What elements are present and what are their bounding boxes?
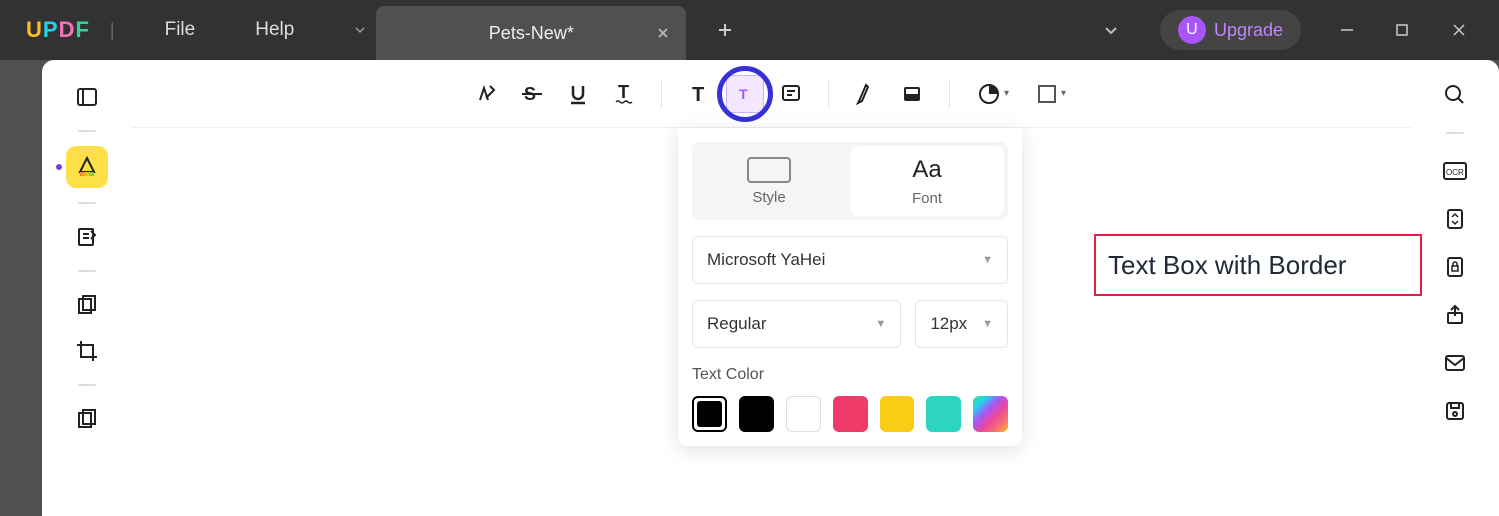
popup-tabs: Style Aa Font <box>692 142 1008 220</box>
upgrade-label: Upgrade <box>1214 20 1283 41</box>
divider: | <box>110 20 115 41</box>
font-weight-dropdown[interactable]: Regular ▼ <box>692 300 901 348</box>
svg-text:OCR: OCR <box>1446 168 1464 177</box>
organize-pages-icon[interactable] <box>68 286 106 324</box>
page-textbox[interactable]: Text Box with Border <box>1094 234 1422 296</box>
svg-text:T: T <box>692 84 704 106</box>
search-icon[interactable] <box>1438 78 1472 112</box>
menu-file[interactable]: File <box>165 19 196 41</box>
sidebar-separator <box>78 202 96 204</box>
text-color-label: Text Color <box>692 366 1008 384</box>
reader-mode-icon[interactable] <box>68 78 106 116</box>
toolbar-separator <box>828 80 829 108</box>
annotation-toolbar: S T T T <box>132 60 1411 128</box>
stamp-tool-icon[interactable]: ▾ <box>1024 73 1078 115</box>
left-sidebar <box>42 60 132 516</box>
font-tab-label: Font <box>912 190 942 207</box>
save-icon[interactable] <box>1438 394 1472 428</box>
text-tool-icon[interactable]: T <box>678 73 720 115</box>
color-swatch-teal[interactable] <box>926 396 961 432</box>
font-size-dropdown[interactable]: 12px ▼ <box>915 300 1008 348</box>
maximize-button[interactable] <box>1395 23 1435 37</box>
annotate-mode-icon[interactable] <box>66 146 108 188</box>
font-aa-icon: Aa <box>912 156 941 184</box>
tools-icon[interactable] <box>68 400 106 438</box>
main-canvas: S T T T <box>132 60 1411 516</box>
color-swatch-custom[interactable] <box>973 396 1008 432</box>
tab-area: Pets-New* <box>344 0 734 60</box>
font-weight-value: Regular <box>707 314 767 334</box>
tab-label: Pets-New* <box>489 23 574 44</box>
chevron-down-icon[interactable] <box>1102 21 1120 39</box>
sticky-note-tool-icon[interactable] <box>770 73 812 115</box>
style-tab-label: Style <box>752 189 785 206</box>
edit-mode-icon[interactable] <box>68 218 106 256</box>
email-icon[interactable] <box>1438 346 1472 380</box>
textbox-content: Text Box with Border <box>1108 250 1346 281</box>
color-swatch-selected[interactable] <box>692 396 727 432</box>
squiggly-tool-icon[interactable]: T <box>603 73 645 115</box>
content-area: S T T T <box>0 60 1499 516</box>
new-tab-button[interactable] <box>716 21 734 39</box>
ocr-icon[interactable]: OCR <box>1438 154 1472 188</box>
svg-text:T: T <box>618 82 629 102</box>
underline-tool-icon[interactable] <box>557 73 599 115</box>
right-sidebar: OCR <box>1411 60 1499 516</box>
toolbar-separator <box>949 80 950 108</box>
toolbar-separator <box>661 80 662 108</box>
font-family-dropdown[interactable]: Microsoft YaHei ▼ <box>692 236 1008 284</box>
style-rect-icon <box>747 157 791 183</box>
sidebar-separator <box>78 270 96 272</box>
font-family-value: Microsoft YaHei <box>707 250 825 270</box>
minimize-button[interactable] <box>1339 22 1379 38</box>
title-bar: UPDF | File Help Pets-New* U Upgrade <box>0 0 1499 60</box>
eraser-tool-icon[interactable] <box>891 73 933 115</box>
tab-list-dropdown[interactable] <box>344 8 376 53</box>
close-icon[interactable] <box>656 26 670 40</box>
highlight-tool-icon[interactable] <box>465 73 507 115</box>
color-swatch-yellow[interactable] <box>880 396 915 432</box>
crop-icon[interactable] <box>68 332 106 370</box>
pencil-tool-icon[interactable] <box>845 73 887 115</box>
menu-help[interactable]: Help <box>255 19 294 41</box>
font-tab[interactable]: Aa Font <box>850 146 1004 216</box>
sticker-tool-icon[interactable]: ▾ <box>966 73 1020 115</box>
textbox-tool-icon[interactable]: T <box>724 73 766 115</box>
style-tab[interactable]: Style <box>692 142 846 220</box>
color-swatch-white[interactable] <box>786 396 821 432</box>
selection-ring <box>717 66 773 122</box>
far-left-gutter <box>0 60 42 516</box>
close-button[interactable] <box>1451 22 1491 38</box>
active-indicator <box>56 164 62 170</box>
chevron-down-icon: ▼ <box>982 254 993 266</box>
chevron-down-icon: ▼ <box>982 318 993 330</box>
protect-icon[interactable] <box>1438 250 1472 284</box>
color-swatch-black[interactable] <box>739 396 774 432</box>
color-swatches <box>692 396 1008 432</box>
font-size-value: 12px <box>930 314 967 334</box>
tab-active[interactable]: Pets-New* <box>376 6 686 60</box>
strikethrough-tool-icon[interactable]: S <box>511 73 553 115</box>
share-icon[interactable] <box>1438 298 1472 332</box>
textbox-properties-popup: Style Aa Font Microsoft YaHei ▼ Regular … <box>678 128 1022 446</box>
convert-icon[interactable] <box>1438 202 1472 236</box>
sidebar-separator <box>1446 132 1464 134</box>
title-bar-right: U Upgrade <box>1102 10 1499 50</box>
sidebar-separator <box>78 130 96 132</box>
sidebar-separator <box>78 384 96 386</box>
chevron-down-icon: ▼ <box>875 318 886 330</box>
avatar: U <box>1178 16 1206 44</box>
app-logo: UPDF <box>26 17 90 43</box>
upgrade-button[interactable]: U Upgrade <box>1160 10 1301 50</box>
color-swatch-pink[interactable] <box>833 396 868 432</box>
